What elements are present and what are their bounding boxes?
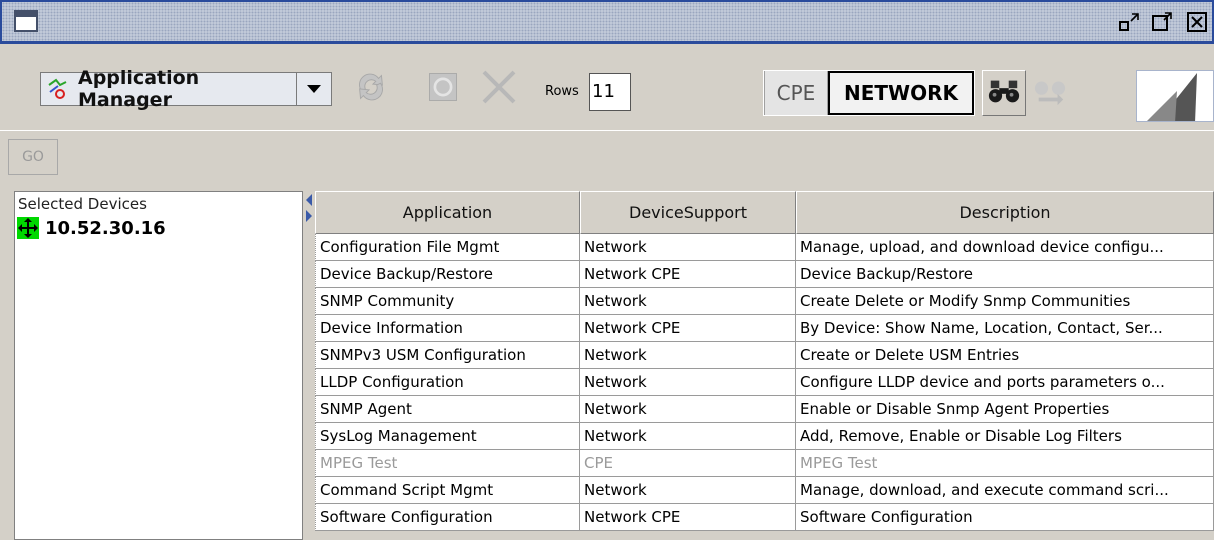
application-cell: Command Script Mgmt [315,477,580,504]
device-support-cell: CPE [580,450,796,477]
description-cell: By Device: Show Name, Location, Contact,… [796,315,1214,342]
table-row[interactable]: Device Information Network CPE By Device: … [315,315,1214,342]
toolbar: Application Manager Rows 11 CPE NETWORK [0,44,1214,130]
table-body: Configuration File Mgmt Network Manage, up… [315,234,1214,531]
title-bar [0,0,1214,44]
description-cell: Create or Delete USM Entries [796,342,1214,369]
cpe-mode-button[interactable]: CPE [764,71,828,115]
device-support-cell: Network [580,234,796,261]
find-button[interactable] [982,70,1026,116]
application-selector-field[interactable]: Application Manager [41,67,297,111]
table-row[interactable]: SNMP Agent Network Enable or Disable Snmp … [315,396,1214,423]
device-support-cell: Network [580,477,796,504]
table-header: Application DeviceSupport Description [315,191,1214,234]
application-cell: SNMP Agent [315,396,580,423]
table-row[interactable]: Device Backup/Restore Network CPE Device B… [315,261,1214,288]
cancel-button[interactable] [476,66,522,112]
close-icon[interactable] [1184,10,1210,34]
selected-devices-panel: Selected Devices 10.52.30.16 [14,191,303,540]
network-mode-button[interactable]: NETWORK [828,71,974,115]
panel-splitter[interactable] [303,191,315,540]
chevron-down-icon[interactable] [297,73,331,105]
application-selector[interactable]: Application Manager [40,67,332,111]
binoculars-arrow-icon [1033,76,1067,110]
rows-input[interactable]: 11 [589,73,631,111]
stop-icon [425,69,461,109]
description-cell: Device Backup/Restore [796,261,1214,288]
app-manager-icon [46,77,70,101]
maximize-icon[interactable] [1150,10,1176,34]
application-cell: Device Backup/Restore [315,261,580,288]
device-support-cell: Network [580,369,796,396]
application-selector-label: Application Manager [78,67,200,111]
go-button[interactable]: GO [8,139,58,175]
application-cell: Software Configuration [315,504,580,531]
description-cell: Manage, upload, and download device conf… [796,234,1214,261]
description-cell: Create Delete or Modify Snmp Communities [796,288,1214,315]
application-cell: SNMPv3 USM Configuration [315,342,580,369]
table-row[interactable]: Software Configuration Network CPE Softwar… [315,504,1214,531]
description-cell: Configure LLDP device and ports paramete… [796,369,1214,396]
table-row[interactable]: SNMPv3 USM Configuration Network Create or… [315,342,1214,369]
device-support-cell: Network [580,288,796,315]
device-support-cell: Network [580,342,796,369]
brand-logo [1136,70,1214,122]
applications-table: Application DeviceSupport Description Co… [315,191,1214,540]
table-row[interactable]: Command Script Mgmt Network Manage, downlo… [315,477,1214,504]
device-support-cell: Network [580,423,796,450]
column-header-device-support[interactable]: DeviceSupport [580,191,796,234]
device-support-cell: Network CPE [580,504,796,531]
selected-devices-header: Selected Devices [15,192,302,216]
application-cell: Device Information [315,315,580,342]
device-item[interactable]: 10.52.30.16 [15,216,302,240]
description-cell: MPEG Test [796,450,1214,477]
application-cell: LLDP Configuration [315,369,580,396]
x-icon [479,67,519,111]
window-icon [14,10,38,32]
find-next-button[interactable] [1028,70,1072,116]
refresh-icon [352,68,390,110]
application-cell: SysLog Management [315,423,580,450]
column-header-application[interactable]: Application [315,191,580,234]
device-support-cell: Network CPE [580,315,796,342]
expand-right-icon[interactable] [303,209,315,223]
description-cell: Software Configuration [796,504,1214,531]
rows-label: Rows [545,84,579,99]
table-row[interactable]: Configuration File Mgmt Network Manage, up… [315,234,1214,261]
description-cell: Manage, download, and execute command sc… [796,477,1214,504]
device-support-cell: Network CPE [580,261,796,288]
refresh-button[interactable] [348,66,394,112]
mode-toggle: CPE NETWORK [763,70,975,116]
description-cell: Add, Remove, Enable or Disable Log Filte… [796,423,1214,450]
device-move-icon [17,217,39,239]
device-support-cell: Network [580,396,796,423]
application-cell: MPEG Test [315,450,580,477]
table-row[interactable]: LLDP Configuration Network Configure LLDP … [315,369,1214,396]
table-row[interactable]: SysLog Management Network Add, Remove, Ena… [315,423,1214,450]
column-header-description[interactable]: Description [796,191,1214,234]
restore-icon[interactable] [1118,10,1144,34]
table-row[interactable]: MPEG Test CPE MPEG Test [315,450,1214,477]
application-cell: Configuration File Mgmt [315,234,580,261]
collapse-left-icon[interactable] [303,193,315,207]
table-row[interactable]: SNMP Community Network Create Delete or Mo… [315,288,1214,315]
description-cell: Enable or Disable Snmp Agent Properties [796,396,1214,423]
device-label: 10.52.30.16 [45,217,166,239]
application-cell: SNMP Community [315,288,580,315]
binoculars-icon [987,76,1021,110]
go-bar: GO [0,130,1214,182]
stop-button[interactable] [420,66,466,112]
